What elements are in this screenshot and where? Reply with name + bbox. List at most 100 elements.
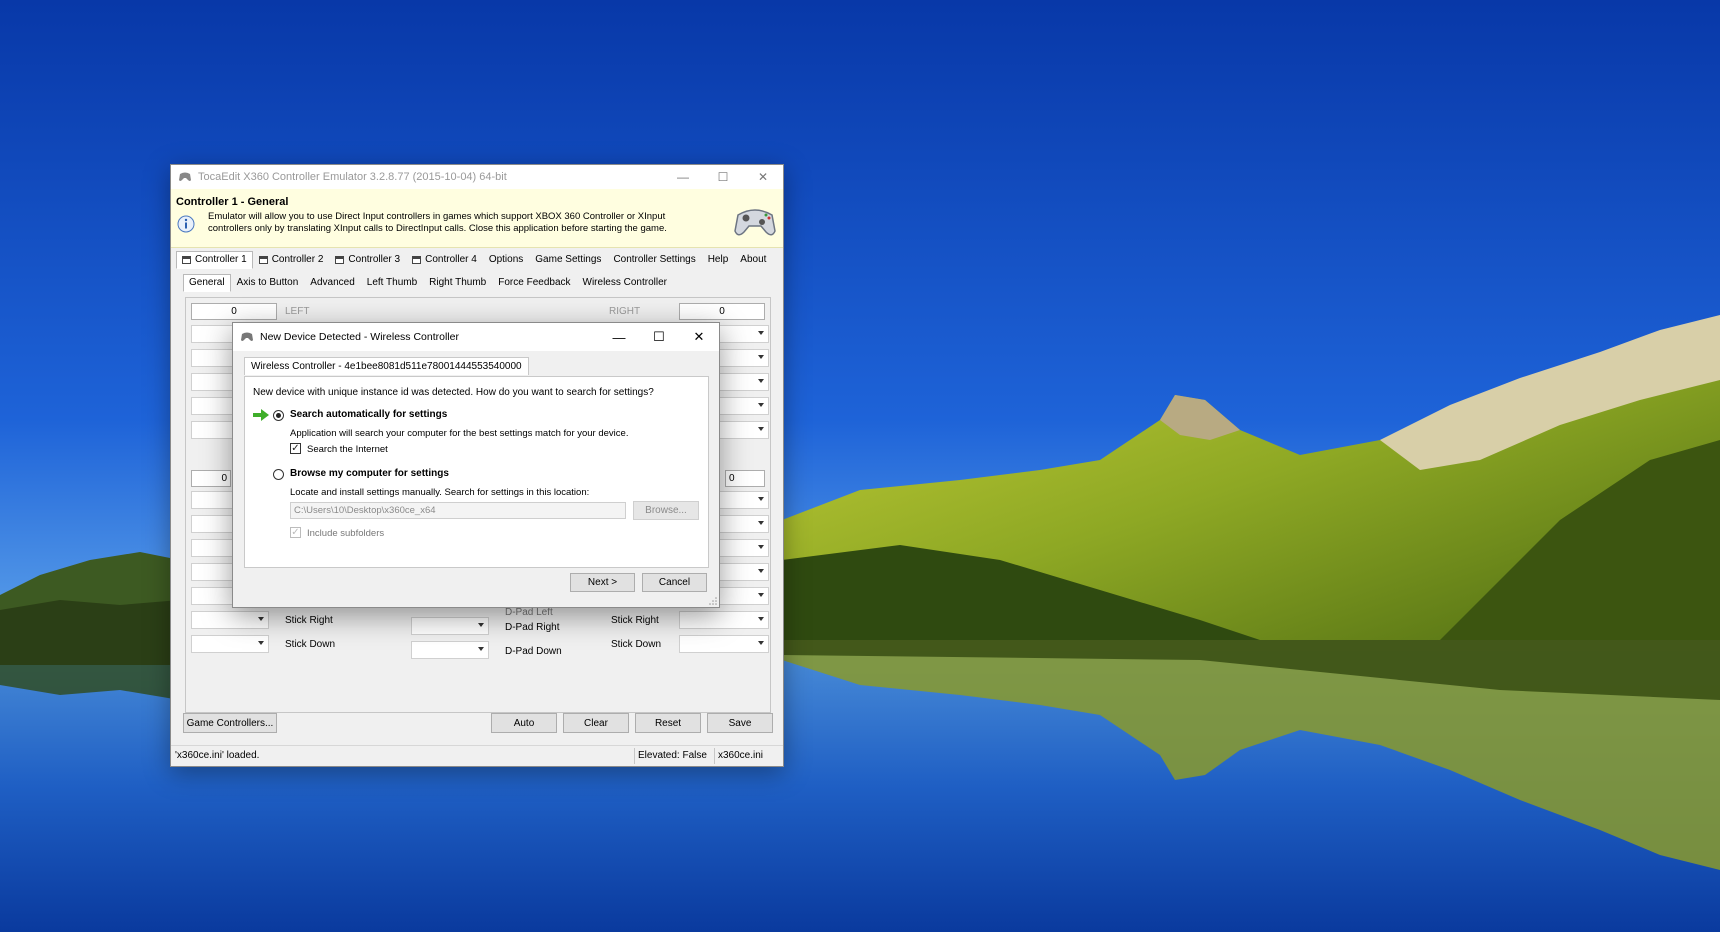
main-window-title: TocaEdit X360 Controller Emulator 3.2.8.… bbox=[198, 171, 507, 183]
gamepad-app-icon bbox=[179, 172, 191, 181]
tab-controller-settings[interactable]: Controller Settings bbox=[607, 251, 701, 269]
chevron-down-icon bbox=[758, 427, 764, 431]
subtab-advanced[interactable]: Advanced bbox=[304, 274, 360, 292]
mapping-combo[interactable] bbox=[191, 587, 236, 605]
chevron-down-icon bbox=[758, 641, 764, 645]
info-header: Controller 1 - General Emulator will all… bbox=[171, 189, 783, 248]
browse-button[interactable]: Browse... bbox=[633, 501, 699, 520]
tab-help[interactable]: Help bbox=[702, 251, 735, 269]
chevron-down-icon bbox=[758, 569, 764, 573]
mapping-combo[interactable] bbox=[191, 491, 236, 509]
dialog-close-button[interactable]: ✕ bbox=[679, 323, 719, 351]
include-subfolders-label[interactable]: Include subfolders bbox=[307, 528, 384, 539]
game-controllers-button[interactable]: Game Controllers... bbox=[183, 713, 277, 733]
close-button[interactable]: ✕ bbox=[743, 165, 783, 189]
subtab-left-thumb[interactable]: Left Thumb bbox=[361, 274, 423, 292]
tab-controller-3[interactable]: Controller 3 bbox=[329, 251, 406, 269]
subtab-wireless-controller[interactable]: Wireless Controller bbox=[577, 274, 673, 292]
settings-path-input[interactable] bbox=[290, 502, 626, 519]
include-subfolders-checkbox[interactable]: ✓ bbox=[290, 527, 301, 538]
tab-controller-4[interactable]: Controller 4 bbox=[406, 251, 483, 269]
resize-grip-icon[interactable] bbox=[709, 597, 717, 605]
left-stick-value[interactable]: 0 bbox=[191, 470, 231, 487]
label-stick-down-right: Stick Down bbox=[611, 639, 662, 650]
controller-tab-icon bbox=[258, 255, 268, 264]
chevron-down-icon bbox=[758, 521, 764, 525]
label-dpad-right: D-Pad Right bbox=[505, 622, 560, 633]
search-internet-label[interactable]: Search the Internet bbox=[307, 444, 388, 455]
option-search-automatically-desc: Application will search your computer fo… bbox=[290, 428, 629, 439]
header-description: Emulator will allow you to use Direct In… bbox=[208, 211, 667, 234]
mapping-combo[interactable] bbox=[191, 421, 236, 439]
chevron-down-icon bbox=[758, 545, 764, 549]
radio-browse-computer[interactable] bbox=[273, 469, 284, 480]
chevron-down-icon bbox=[258, 641, 264, 645]
save-button[interactable]: Save bbox=[707, 713, 773, 733]
status-bar: 'x360ce.ini' loaded. Elevated: False x36… bbox=[171, 745, 783, 766]
controller-tab-icon bbox=[182, 255, 191, 264]
dialog-titlebar: New Device Detected - Wireless Controlle… bbox=[233, 323, 719, 351]
minimize-button[interactable]: — bbox=[663, 165, 703, 189]
mapping-combo[interactable] bbox=[191, 635, 269, 653]
maximize-button[interactable]: ☐ bbox=[703, 165, 743, 189]
chevron-down-icon bbox=[758, 331, 764, 335]
info-icon bbox=[177, 215, 195, 233]
mapping-combo[interactable] bbox=[191, 515, 236, 533]
auto-button[interactable]: Auto bbox=[491, 713, 557, 733]
chevron-down-icon bbox=[758, 379, 764, 383]
dialog-question: New device with unique instance id was d… bbox=[253, 387, 654, 398]
mapping-combo[interactable] bbox=[191, 349, 236, 367]
status-elevated: Elevated: False bbox=[638, 750, 707, 761]
chevron-down-icon bbox=[758, 593, 764, 597]
arrow-right-icon bbox=[253, 409, 269, 421]
option-browse-computer-desc: Locate and install settings manually. Se… bbox=[290, 487, 590, 498]
subtab-force-feedback[interactable]: Force Feedback bbox=[492, 274, 576, 292]
tab-game-settings[interactable]: Game Settings bbox=[529, 251, 607, 269]
right-label: RIGHT bbox=[609, 306, 641, 317]
next-button[interactable]: Next > bbox=[570, 573, 635, 592]
controller-tabs: Controller 1 Controller 2 Controller 3 C… bbox=[176, 251, 772, 269]
dialog-device-tab[interactable]: Wireless Controller - 4e1bee8081d511e780… bbox=[244, 357, 529, 375]
mapping-combo[interactable] bbox=[191, 611, 269, 629]
subtab-right-thumb[interactable]: Right Thumb bbox=[423, 274, 492, 292]
mapping-combo[interactable] bbox=[679, 611, 769, 629]
tab-controller-2[interactable]: Controller 2 bbox=[253, 251, 330, 269]
label-dpad-left: D-Pad Left bbox=[505, 607, 553, 618]
mapping-combo[interactable] bbox=[191, 325, 236, 343]
dialog-minimize-button[interactable]: — bbox=[599, 323, 639, 351]
radio-search-automatically[interactable] bbox=[273, 410, 284, 421]
reset-button[interactable]: Reset bbox=[635, 713, 701, 733]
xbox-controller-icon bbox=[734, 209, 776, 236]
right-trigger-value[interactable]: 0 bbox=[679, 303, 765, 320]
mapping-combo[interactable] bbox=[191, 397, 236, 415]
tab-about[interactable]: About bbox=[734, 251, 772, 269]
mapping-combo[interactable] bbox=[191, 373, 236, 391]
label-stick-right-right: Stick Right bbox=[611, 615, 659, 626]
option-search-automatically-label[interactable]: Search automatically for settings bbox=[290, 409, 447, 420]
subtab-axis-to-button[interactable]: Axis to Button bbox=[231, 274, 305, 292]
chevron-down-icon bbox=[478, 647, 484, 651]
main-titlebar: TocaEdit X360 Controller Emulator 3.2.8.… bbox=[171, 165, 783, 189]
dialog-maximize-button[interactable]: ☐ bbox=[639, 323, 679, 351]
mapping-combo[interactable] bbox=[411, 641, 489, 659]
tab-options[interactable]: Options bbox=[483, 251, 529, 269]
status-separator bbox=[634, 748, 635, 764]
mapping-combo[interactable] bbox=[411, 617, 489, 635]
tab-controller-1[interactable]: Controller 1 bbox=[176, 251, 253, 269]
search-internet-checkbox[interactable]: ✓ bbox=[290, 443, 301, 454]
mapping-combo[interactable] bbox=[679, 635, 769, 653]
left-trigger-value[interactable]: 0 bbox=[191, 303, 277, 320]
cancel-button[interactable]: Cancel bbox=[642, 573, 707, 592]
label-stick-down-left: Stick Down bbox=[285, 639, 336, 650]
status-ini-file: x360ce.ini bbox=[718, 750, 764, 761]
left-label: LEFT bbox=[285, 306, 310, 317]
controller-tab-icon bbox=[335, 255, 345, 264]
mapping-combo[interactable] bbox=[191, 563, 236, 581]
gamepad-app-icon bbox=[241, 332, 253, 341]
chevron-down-icon bbox=[758, 355, 764, 359]
subtab-general[interactable]: General bbox=[183, 274, 231, 292]
clear-button[interactable]: Clear bbox=[563, 713, 629, 733]
right-stick-value[interactable]: 0 bbox=[725, 470, 765, 487]
mapping-combo[interactable] bbox=[191, 539, 236, 557]
option-browse-computer-label[interactable]: Browse my computer for settings bbox=[290, 468, 449, 479]
